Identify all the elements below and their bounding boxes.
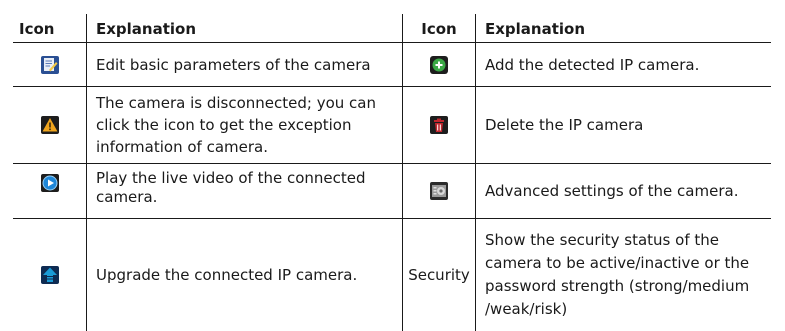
explanation-play: Play the live video of the connected cam…	[96, 169, 366, 206]
explanation-upgrade: Upgrade the connected IP camera.	[96, 266, 358, 284]
header-icon: Icon	[19, 19, 55, 38]
delete-icon[interactable]	[403, 87, 475, 163]
explanation-add: Add the detected IP camera.	[485, 55, 700, 74]
header-icon: Icon	[421, 19, 457, 38]
security-label: Security	[408, 266, 470, 284]
explanation-settings: Advanced settings of the camera.	[485, 182, 739, 200]
explanation-delete: Delete the IP camera	[485, 116, 644, 134]
warning-icon[interactable]	[13, 87, 86, 163]
explanation-security: Show the security status of the camera t…	[485, 231, 750, 318]
header-explanation: Explanation	[485, 19, 586, 38]
add-icon[interactable]	[403, 43, 475, 86]
upgrade-icon[interactable]	[13, 219, 86, 331]
explanation-warning: The camera is disconnected; you can clic…	[96, 94, 376, 156]
edit-icon[interactable]	[13, 43, 86, 86]
explanation-edit: Edit basic parameters of the camera	[96, 55, 371, 74]
icon-explanation-table: Icon Explanation Icon Explanation Edit b…	[0, 0, 785, 331]
header-explanation: Explanation	[96, 19, 197, 38]
settings-icon[interactable]	[403, 164, 475, 218]
play-icon[interactable]	[13, 164, 86, 218]
